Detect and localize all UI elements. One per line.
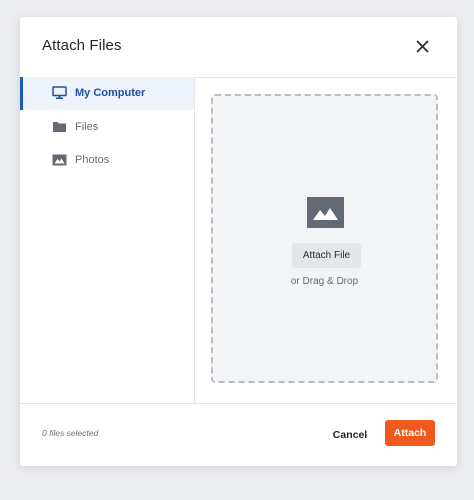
files-selected-status: 0 files selected <box>42 428 99 438</box>
attach-file-button[interactable]: Attach File <box>292 243 361 268</box>
sidebar-item-label: Files <box>75 121 99 133</box>
monitor-icon <box>52 86 67 100</box>
dialog-header: Attach Files <box>20 17 457 78</box>
dialog-body: My Computer Files Photos Attach File or … <box>20 77 457 403</box>
sidebar-item-files[interactable]: Files <box>20 111 194 144</box>
drag-drop-hint: or Drag & Drop <box>290 276 359 287</box>
dialog-title: Attach Files <box>42 37 122 54</box>
source-sidebar: My Computer Files Photos <box>20 77 195 403</box>
sidebar-item-label: Photos <box>75 154 110 166</box>
file-dropzone[interactable]: Attach File or Drag & Drop <box>211 94 438 383</box>
cancel-button[interactable]: Cancel <box>326 422 374 448</box>
close-icon[interactable] <box>414 38 431 55</box>
image-icon <box>52 153 67 167</box>
image-placeholder-icon <box>307 197 344 228</box>
sidebar-item-my-computer[interactable]: My Computer <box>20 77 194 110</box>
attach-button[interactable]: Attach <box>385 420 435 446</box>
dialog-footer: 0 files selected Cancel Attach <box>20 403 457 466</box>
sidebar-item-photos[interactable]: Photos <box>20 144 194 177</box>
folder-icon <box>52 120 67 134</box>
attach-files-dialog: Attach Files My Computer Files Photos At… <box>20 17 457 466</box>
sidebar-item-label: My Computer <box>75 87 146 99</box>
